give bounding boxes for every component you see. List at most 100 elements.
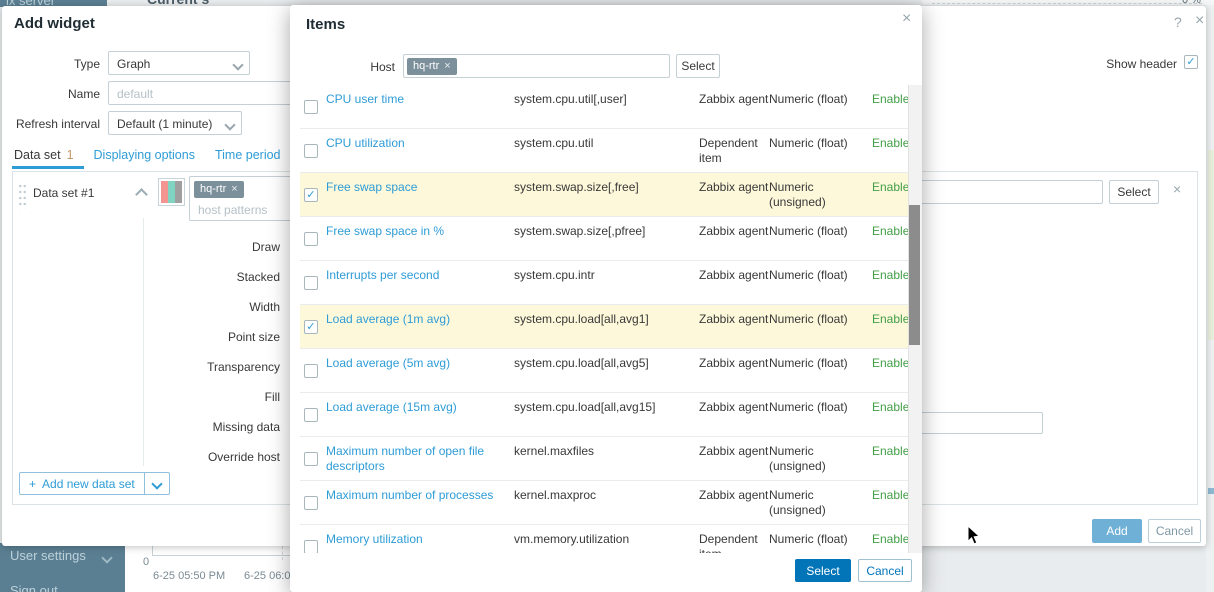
row-checkbox[interactable]: [304, 232, 318, 246]
show-header-checkbox[interactable]: [1184, 55, 1198, 69]
close-icon[interactable]: ×: [1195, 13, 1204, 29]
row-checkbox[interactable]: [304, 144, 318, 158]
type-label: Type: [73, 57, 100, 71]
row-checkbox[interactable]: [304, 540, 318, 554]
name-input-placeholder: default: [117, 87, 154, 101]
tab-data-set[interactable]: Data set 1: [14, 148, 74, 162]
host-input[interactable]: hq-rtr ×: [403, 54, 670, 78]
chart-tick-label: 6-25 05:50 PM: [153, 570, 226, 582]
add-new-data-set-dropdown[interactable]: [143, 473, 169, 494]
row-checkbox[interactable]: [304, 364, 318, 378]
add-new-data-set-main[interactable]: + Add new data set: [20, 473, 144, 494]
widget-tabs: Data set1Displaying optionsTime periodAx…: [14, 148, 328, 162]
type-select[interactable]: Graph: [108, 51, 250, 75]
scrollbar-thumb[interactable]: [909, 205, 920, 345]
items-table-row: Free swap space in % system.swap.size[,p…: [300, 217, 908, 261]
drag-handle[interactable]: [18, 183, 27, 209]
item-name-link[interactable]: Memory utilization: [326, 532, 423, 546]
item-name-link[interactable]: Load average (1m avg): [326, 312, 450, 326]
sidebar: User settings Sign out: [0, 543, 125, 592]
item-type: Dependent item: [699, 136, 758, 165]
item-name-link[interactable]: Interrupts per second: [326, 268, 439, 282]
field-label-override-host: Override host: [207, 450, 280, 464]
item-status: Enabled: [872, 92, 908, 106]
chart-axis-corner: [152, 546, 153, 555]
item-status: Enabled: [872, 356, 908, 370]
item-name-link[interactable]: CPU user time: [326, 92, 404, 106]
item-key: system.cpu.util[,user]: [514, 92, 627, 106]
graph-color-fragment: [1208, 488, 1214, 494]
item-name-link[interactable]: Free swap space in %: [326, 224, 444, 238]
field-label-draw: Draw: [251, 240, 280, 254]
right-edge-strip: [1206, 5, 1214, 592]
item-value-type: Numeric (float): [769, 532, 848, 546]
help-icon[interactable]: ?: [1174, 15, 1182, 29]
add-new-data-set-button[interactable]: + Add new data set: [19, 472, 170, 495]
data-set-header: Data set #1: [33, 186, 95, 200]
item-name-link[interactable]: Maximum number of processes: [326, 488, 493, 502]
items-table-row: Interrupts per second system.cpu.intr Za…: [300, 261, 908, 305]
tab-time-period[interactable]: Time period: [215, 148, 281, 162]
item-type: Zabbix agent: [699, 488, 769, 502]
sidebar-item-sign-out[interactable]: Sign out: [10, 583, 58, 592]
row-checkbox[interactable]: [304, 320, 318, 334]
items-table-row: Maximum number of processes kernel.maxpr…: [300, 481, 908, 525]
item-select-button[interactable]: Select: [1109, 180, 1159, 204]
cancel-button[interactable]: Cancel: [1148, 519, 1201, 543]
item-name-link[interactable]: CPU utilization: [326, 136, 405, 150]
chip-remove-icon[interactable]: ×: [231, 183, 237, 196]
graph-color-fragment: [1208, 150, 1214, 340]
item-type: Zabbix agent: [699, 180, 769, 194]
items-modal-footer: Select Cancel: [290, 553, 922, 592]
item-key: kernel.maxproc: [514, 488, 597, 502]
item-status: Enabled: [872, 532, 908, 546]
item-name-link[interactable]: Load average (5m avg): [326, 356, 450, 370]
chip-remove-icon[interactable]: ×: [444, 60, 450, 73]
item-status: Enabled: [872, 488, 908, 502]
item-key: system.cpu.load[all,avg5]: [514, 356, 649, 370]
dataset-guide-line: [143, 218, 144, 466]
row-checkbox[interactable]: [304, 188, 318, 202]
host-chip: hq-rtr ×: [407, 58, 457, 75]
chart-tick-label: 6-25 06:0: [244, 570, 291, 582]
refresh-interval-label: Refresh interval: [15, 117, 100, 131]
sidebar-item-user-settings[interactable]: User settings: [10, 548, 86, 563]
remove-data-set-icon[interactable]: ×: [1173, 182, 1181, 196]
item-key: system.cpu.load[all,avg15]: [514, 400, 656, 414]
chart-axis-line: [152, 555, 290, 556]
refresh-interval-select[interactable]: Default (1 minute): [108, 111, 242, 135]
host-select-button[interactable]: Select: [676, 54, 720, 78]
item-name-link[interactable]: Load average (15m avg): [326, 400, 457, 414]
item-type: Zabbix agent: [699, 312, 769, 326]
item-status: Enabled: [872, 312, 908, 326]
row-checkbox[interactable]: [304, 408, 318, 422]
item-key: system.cpu.util: [514, 136, 594, 150]
item-value-type: Numeric (float): [769, 400, 848, 414]
mouse-cursor: [967, 525, 981, 545]
row-checkbox[interactable]: [304, 276, 318, 290]
add-button[interactable]: Add: [1092, 519, 1142, 543]
color-palette-swatch[interactable]: [158, 178, 185, 206]
items-select-button[interactable]: Select: [795, 559, 851, 582]
row-checkbox[interactable]: [304, 100, 318, 114]
item-name-link[interactable]: Maximum number of open file descriptors: [326, 444, 484, 473]
items-table-row: Load average (5m avg) system.cpu.load[al…: [300, 349, 908, 393]
row-checkbox[interactable]: [304, 452, 318, 466]
dialog-title: Add widget: [14, 15, 95, 32]
item-name-link[interactable]: Free swap space: [326, 180, 417, 194]
close-icon[interactable]: ×: [902, 11, 911, 27]
tab-displaying-options[interactable]: Displaying options: [94, 148, 195, 162]
items-cancel-button[interactable]: Cancel: [858, 559, 912, 582]
tab-badge: 1: [66, 148, 74, 162]
row-checkbox[interactable]: [304, 496, 318, 510]
host-pattern-chip: hq-rtr ×: [194, 181, 244, 198]
cancel-button-label: Cancel: [1155, 524, 1194, 538]
item-select-button-label: Select: [1117, 185, 1151, 199]
item-key: system.cpu.intr: [514, 268, 595, 282]
sign-out-label: Sign out: [10, 583, 58, 592]
top-right-fragment: 4.8 GB 0 %: [922, 0, 1214, 5]
item-value-type: Numeric (unsigned): [769, 444, 826, 473]
item-status: Enabled: [872, 268, 908, 282]
items-select-button-label: Select: [806, 563, 840, 578]
collapse-chevron-icon[interactable]: [135, 188, 148, 201]
